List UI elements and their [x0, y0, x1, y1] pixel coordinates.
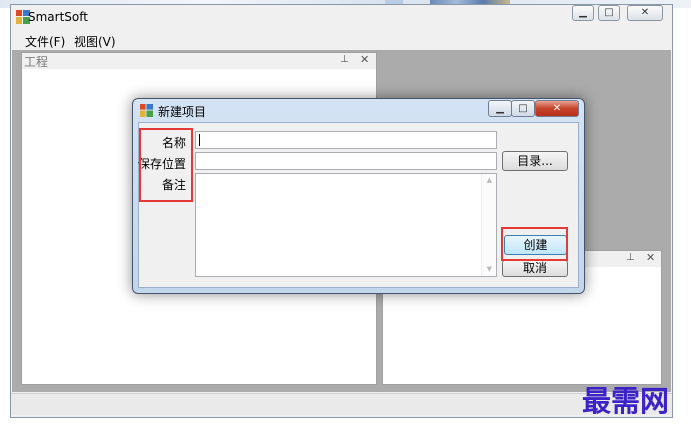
watermark: 最需网 [582, 384, 670, 418]
labels-highlight-box [139, 128, 193, 202]
close-icon: ✕ [552, 103, 562, 114]
status-bar [11, 393, 672, 415]
dialog-minimize-button[interactable]: ▁ [488, 100, 512, 117]
browse-button[interactable]: 目录... [502, 151, 568, 171]
menu-view[interactable]: 视图(V) [74, 33, 116, 50]
dialog-app-icon [140, 104, 153, 117]
maximize-icon: □ [604, 7, 614, 18]
pin-icon[interactable]: ⊥ [626, 252, 635, 263]
maximize-icon: □ [518, 103, 528, 114]
panel-close-icon[interactable]: ✕ [646, 251, 655, 264]
dialog-title: 新建项目 [158, 105, 207, 119]
project-panel-title: 工程 [24, 55, 49, 69]
location-input[interactable] [195, 152, 497, 170]
cancel-button[interactable]: 取消 [502, 260, 568, 277]
pin-icon[interactable]: ⊥ [340, 54, 349, 65]
scroll-up-icon[interactable]: ▲ [487, 176, 492, 184]
window-title: SmartSoft [28, 10, 88, 24]
minimize-icon: ▁ [579, 7, 587, 18]
minimize-icon: ▁ [496, 103, 504, 114]
project-panel-header [22, 53, 376, 69]
dialog-close-button[interactable]: ✕ [535, 100, 579, 117]
create-highlight-box [501, 227, 568, 261]
menu-file[interactable]: 文件(F) [25, 33, 65, 50]
text-cursor [199, 134, 200, 146]
dialog-maximize-button[interactable]: □ [511, 100, 535, 117]
remark-textarea[interactable]: ▲ ▼ [195, 173, 497, 277]
scroll-down-icon[interactable]: ▼ [487, 265, 492, 273]
maximize-button[interactable]: □ [598, 5, 620, 21]
panel-close-icon[interactable]: ✕ [360, 53, 369, 66]
close-button[interactable]: ✕ [627, 5, 663, 21]
remark-scrollbar[interactable] [481, 174, 496, 276]
minimize-button[interactable]: ▁ [572, 5, 594, 21]
close-icon: ✕ [640, 7, 650, 18]
name-input[interactable] [195, 131, 497, 149]
